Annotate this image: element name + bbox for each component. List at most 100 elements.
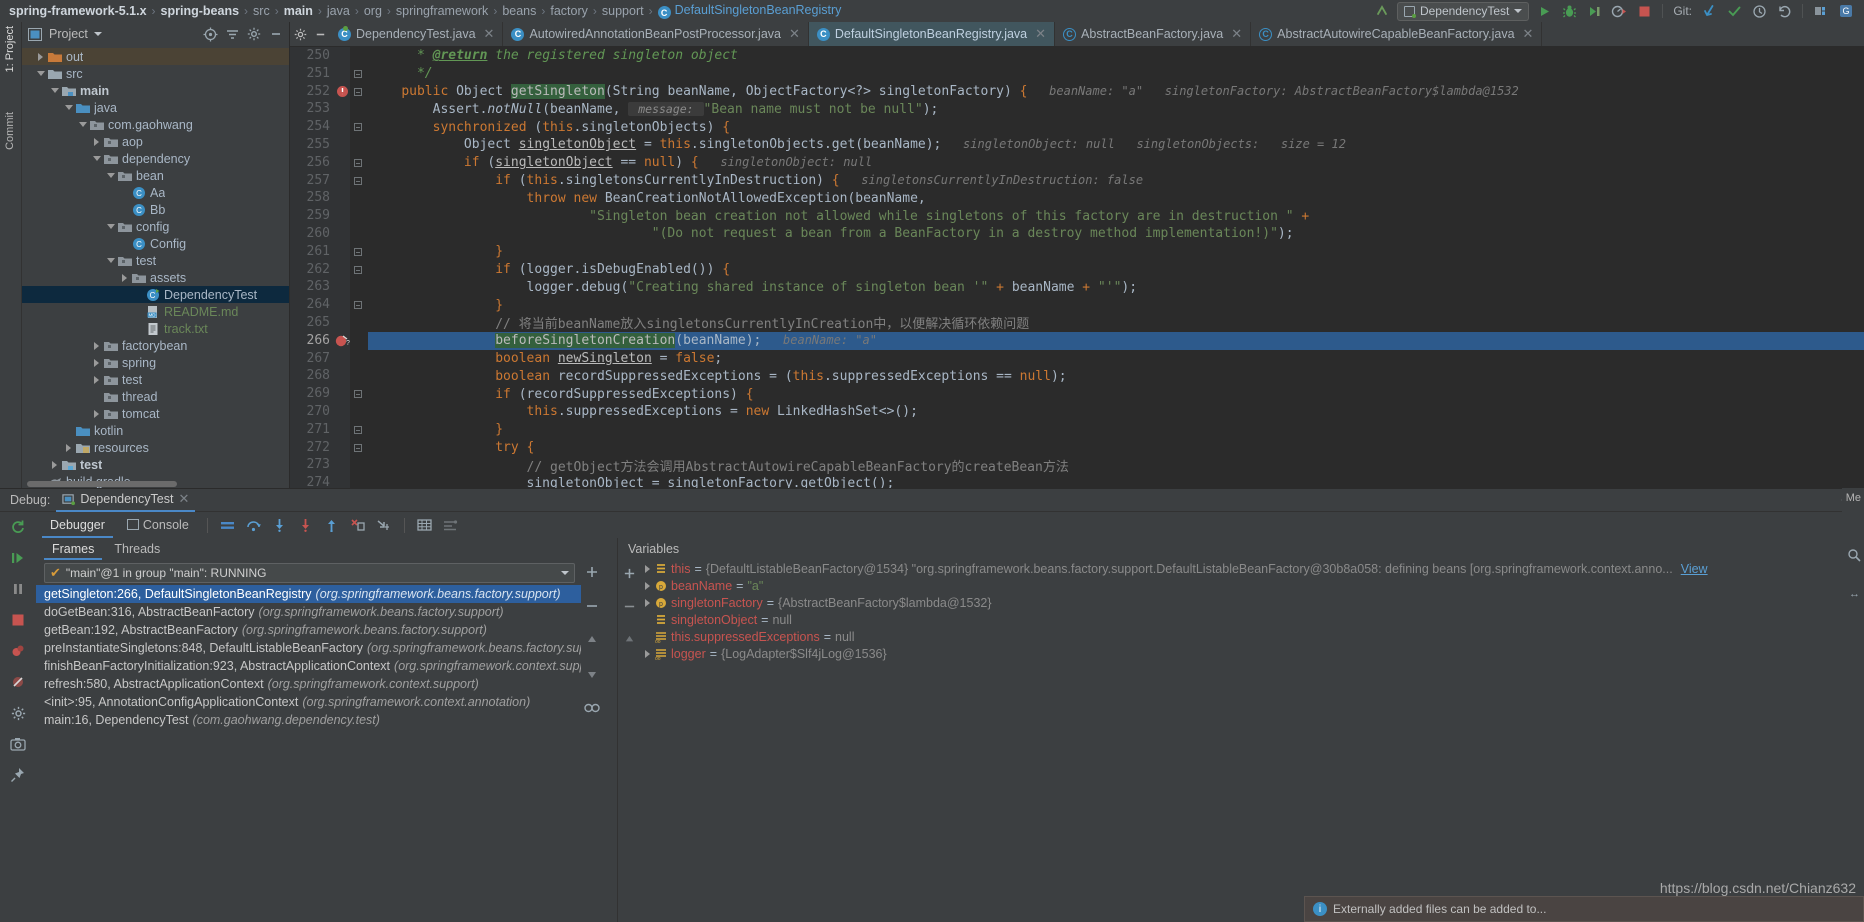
code-line-266[interactable]: 266? beforeSingletonCreation(beanName); … <box>290 331 1864 350</box>
chevron-right-icon[interactable] <box>640 598 654 607</box>
gutter-breakpoint-area[interactable] <box>336 118 350 136</box>
gutter-fold-area[interactable] <box>350 331 368 350</box>
chevron-right-icon[interactable] <box>90 409 103 418</box>
code-line-264[interactable]: 264 } <box>290 296 1864 314</box>
variable-row[interactable]: this = {DefaultListableBeanFactory@1534} "… <box>640 560 1842 577</box>
tree-node-assets[interactable]: assets <box>22 269 289 286</box>
settings-icon[interactable] <box>441 515 461 535</box>
settings-gear-icon[interactable] <box>8 703 28 723</box>
remove-watch-icon[interactable] <box>582 596 602 616</box>
gutter-breakpoint-area[interactable] <box>336 47 350 65</box>
project-structure-icon[interactable] <box>1811 2 1831 21</box>
stop-icon[interactable] <box>8 610 28 630</box>
code-line-256[interactable]: 256 if (singletonObject == null) { singl… <box>290 153 1864 172</box>
close-icon[interactable]: ✕ <box>1231 26 1242 42</box>
tree-node-factorybean[interactable]: factorybean <box>22 337 289 354</box>
breadcrumb[interactable]: spring-framework-5.1.x › spring-beans › src ›… <box>4 3 1372 20</box>
git-rollback-icon[interactable] <box>1774 2 1794 21</box>
gutter-fold-area[interactable] <box>350 385 368 403</box>
breadcrumb-item-src[interactable]: src <box>248 4 275 18</box>
tree-node-test[interactable]: test <box>22 371 289 388</box>
breadcrumb-item-support[interactable]: support <box>597 4 649 18</box>
breadcrumb-item-defaultsingletonbeanregistry[interactable]: C DefaultSingletonBeanRegistry <box>653 3 847 20</box>
view-breakpoints-icon[interactable] <box>8 641 28 661</box>
stack-frame[interactable]: finishBeanFactoryInitialization:923, Abs… <box>36 657 581 675</box>
gutter-breakpoint-area[interactable] <box>336 474 350 488</box>
gutter-breakpoint-area[interactable]: ? <box>335 331 350 350</box>
code-line-258[interactable]: 258 throw new BeanCreationNotAllowedExce… <box>290 189 1864 208</box>
code-line-259[interactable]: 259 "Singleton bean creation not allowed… <box>290 207 1864 225</box>
chevron-down-icon[interactable] <box>104 224 117 229</box>
collapse-all-icon[interactable] <box>224 26 240 42</box>
gutter-breakpoint-area[interactable] <box>336 278 350 297</box>
gutter-breakpoint-area[interactable] <box>336 456 350 475</box>
step-out-icon[interactable] <box>322 515 342 535</box>
stack-frame[interactable]: refresh:580, AbstractApplicationContext(… <box>36 675 581 693</box>
variables-list[interactable]: this = {DefaultListableBeanFactory@1534} "… <box>640 560 1842 922</box>
code-line-261[interactable]: 261 } <box>290 242 1864 261</box>
run-coverage-icon[interactable] <box>1584 2 1604 21</box>
breadcrumb-item-main[interactable]: main <box>279 4 318 18</box>
project-tree[interactable]: out src main java com.gaohwang aop dependency b… <box>22 46 289 488</box>
gutter-breakpoint-area[interactable] <box>336 402 350 421</box>
code-line-254[interactable]: 254 synchronized (this.singletonObjects)… <box>290 118 1864 136</box>
stack-frame[interactable]: getBean:192, AbstractBeanFactory (org.spr… <box>36 621 581 639</box>
variable-row[interactable]: p beanName = "a" <box>640 577 1842 594</box>
breadcrumb-item-springframework[interactable]: springframework <box>391 4 493 18</box>
editor-settings-gear-icon[interactable] <box>290 22 310 46</box>
git-history-icon[interactable] <box>1749 2 1769 21</box>
code-line-273[interactable]: 273 // getObject方法会调用AbstractAutowireCap… <box>290 456 1864 475</box>
code-line-270[interactable]: 270 this.suppressedExceptions = new Link… <box>290 402 1864 421</box>
rerun-icon[interactable] <box>8 517 28 537</box>
stack-frame[interactable]: preInstantiateSingletons:848, DefaultLis… <box>36 639 581 657</box>
tree-node-src[interactable]: src <box>22 65 289 82</box>
breadcrumb-item-factory[interactable]: factory <box>545 4 593 18</box>
chevron-right-icon[interactable] <box>90 358 103 367</box>
gutter-fold-area[interactable] <box>350 82 368 101</box>
code-line-250[interactable]: 250 * @return the registered singleton o… <box>290 47 1864 65</box>
close-icon[interactable]: ✕ <box>178 491 189 507</box>
tree-node-aop[interactable]: aop <box>22 133 289 150</box>
editor-tab-defaultsingletonbeanregistry[interactable]: C DefaultSingletonBeanRegistry.java ✕ <box>808 22 1056 46</box>
code-line-267[interactable]: 267 boolean newSingleton = false; <box>290 349 1864 368</box>
chevron-right-icon[interactable] <box>640 581 654 590</box>
tree-node-dependency[interactable]: dependency <box>22 150 289 167</box>
breadcrumb-item-beans[interactable]: beans <box>497 4 541 18</box>
chevron-right-icon[interactable] <box>640 649 654 658</box>
gutter-fold-area[interactable] <box>350 153 368 172</box>
pin-icon[interactable] <box>8 765 28 785</box>
step-into-icon[interactable] <box>270 515 290 535</box>
code-line-269[interactable]: 269 if (recordSuppressedExceptions) { <box>290 385 1864 403</box>
gutter-fold-area[interactable] <box>350 278 368 297</box>
tree-node-out[interactable]: out <box>22 48 289 65</box>
git-commit-icon[interactable] <box>1724 2 1744 21</box>
thread-selector[interactable]: ✔ "main"@1 in group "main": RUNNING <box>44 563 575 583</box>
tree-node-spring[interactable]: spring <box>22 354 289 371</box>
chevron-right-icon[interactable] <box>90 137 103 146</box>
code-line-268[interactable]: 268 boolean recordSuppressedExceptions =… <box>290 367 1864 386</box>
gutter-fold-area[interactable] <box>350 296 368 314</box>
tool-window-commit[interactable]: Commit <box>4 112 16 150</box>
variable-row[interactable]: singletonObject = null <box>640 611 1842 628</box>
stack-frame[interactable]: doGetBean:316, AbstractBeanFactory (org.s… <box>36 603 581 621</box>
gutter-fold-area[interactable] <box>350 189 368 208</box>
breadcrumb-item-spring-framework-5-1-x[interactable]: spring-framework-5.1.x <box>4 4 152 18</box>
profile-icon[interactable] <box>1609 2 1629 21</box>
code-line-262[interactable]: 262 if (logger.isDebugEnabled()) { <box>290 260 1864 279</box>
debug-tab-debugger[interactable]: Debugger <box>42 512 113 538</box>
move-up-icon[interactable] <box>619 629 639 649</box>
evaluate-expression-icon[interactable] <box>415 515 435 535</box>
breadcrumb-item-java[interactable]: java <box>322 4 355 18</box>
gutter-fold-area[interactable] <box>350 456 368 475</box>
gutter-breakpoint-area[interactable] <box>336 349 350 368</box>
tree-node-aa[interactable]: C Aa <box>22 184 289 201</box>
code-line-253[interactable]: 253 Assert.notNull(beanName, message: "B… <box>290 100 1864 119</box>
gutter-fold-area[interactable] <box>350 420 368 439</box>
gutter-fold-area[interactable] <box>350 242 368 261</box>
gutter-fold-area[interactable] <box>350 100 368 119</box>
breadcrumb-item-spring-beans[interactable]: spring-beans <box>156 4 245 18</box>
gutter-fold-area[interactable] <box>350 135 368 154</box>
gutter-fold-area[interactable] <box>350 349 368 368</box>
tree-node-bb[interactable]: C Bb <box>22 201 289 218</box>
resume-icon[interactable] <box>8 548 28 568</box>
